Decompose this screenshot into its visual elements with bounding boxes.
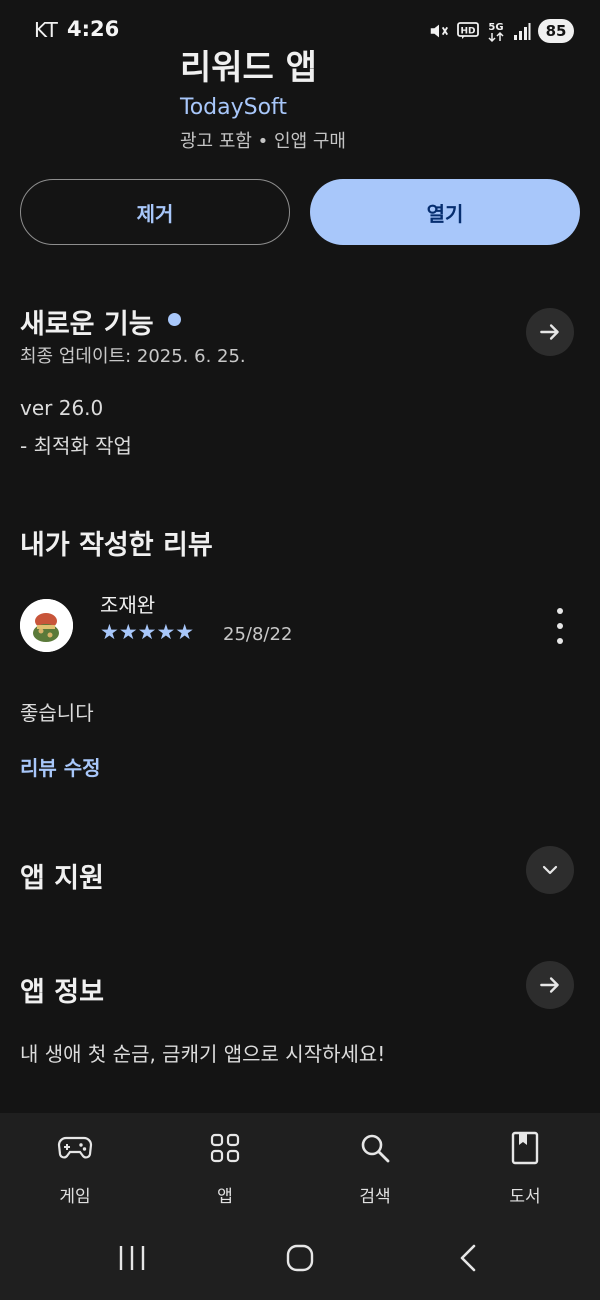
last-updated: 최종 업데이트: 2025. 6. 25. <box>20 346 246 367</box>
uninstall-button[interactable]: 제거 <box>20 179 290 245</box>
book-icon <box>505 1128 545 1168</box>
recent-apps-button[interactable] <box>102 1236 162 1280</box>
avatar <box>20 599 73 652</box>
app-description: 내 생애 첫 순금, 금캐기 앱으로 시작하세요! <box>20 1042 386 1066</box>
home-button[interactable] <box>270 1236 330 1280</box>
nav-label-books: 도서 <box>509 1187 541 1207</box>
signal-icon <box>514 23 531 40</box>
arrow-right-icon <box>540 324 559 340</box>
review-text: 좋습니다 <box>20 701 94 725</box>
svg-text:HD: HD <box>460 27 475 37</box>
app-info-arrow-button[interactable] <box>526 961 574 1009</box>
app-meta: 광고 포함 • 인앱 구매 <box>180 131 346 152</box>
developer-link[interactable]: TodaySoft <box>180 95 287 120</box>
gamepad-icon <box>55 1128 95 1168</box>
reviewer-name: 조재완 <box>100 593 156 617</box>
app-title: 리워드 앱 <box>180 48 317 88</box>
version-text: ver 26.0 <box>20 396 104 420</box>
avatar-image-icon <box>20 599 73 652</box>
nav-label-search: 검색 <box>359 1187 391 1207</box>
star-rating: ★★★★★ <box>100 620 195 644</box>
nav-item-games[interactable]: 게임 <box>25 1128 125 1218</box>
mute-icon <box>430 24 449 38</box>
clock: 4:26 <box>67 17 120 41</box>
hd-icon: HD <box>457 22 479 39</box>
status-icons: HD 5G 85 <box>428 17 574 45</box>
edit-review-link[interactable]: 리뷰 수정 <box>20 752 101 781</box>
new-indicator-dot <box>168 313 181 326</box>
search-icon <box>355 1128 395 1168</box>
open-button[interactable]: 열기 <box>310 179 580 245</box>
nav-label-games: 게임 <box>59 1187 91 1207</box>
more-options-icon[interactable] <box>548 608 572 644</box>
back-icon <box>460 1244 476 1272</box>
app-support-expand-button[interactable] <box>526 846 574 894</box>
release-notes: - 최적화 작업 <box>20 434 132 458</box>
recent-apps-icon <box>119 1246 145 1270</box>
nav-item-apps[interactable]: 앱 <box>175 1128 275 1218</box>
svg-text:5G: 5G <box>488 22 503 33</box>
chevron-down-icon <box>542 865 558 875</box>
whats-new-title: 새로운 기능 <box>20 309 154 340</box>
my-review-title: 내가 작성한 리뷰 <box>20 530 213 561</box>
nav-label-apps: 앱 <box>217 1187 233 1207</box>
back-button[interactable] <box>438 1236 498 1280</box>
app-support-title[interactable]: 앱 지원 <box>20 856 104 895</box>
review-date: 25/8/22 <box>223 624 293 645</box>
app-info-title: 앱 정보 <box>20 977 104 1008</box>
battery-indicator: 85 <box>538 19 574 43</box>
arrow-right-icon <box>540 977 559 993</box>
nav-item-search[interactable]: 검색 <box>325 1128 425 1218</box>
home-icon <box>286 1244 314 1272</box>
carrier-label: KT <box>34 18 58 42</box>
5g-icon: 5G <box>488 22 504 43</box>
apps-grid-icon <box>205 1128 245 1168</box>
nav-item-books[interactable]: 도서 <box>475 1128 575 1218</box>
whats-new-arrow-button[interactable] <box>526 308 574 356</box>
